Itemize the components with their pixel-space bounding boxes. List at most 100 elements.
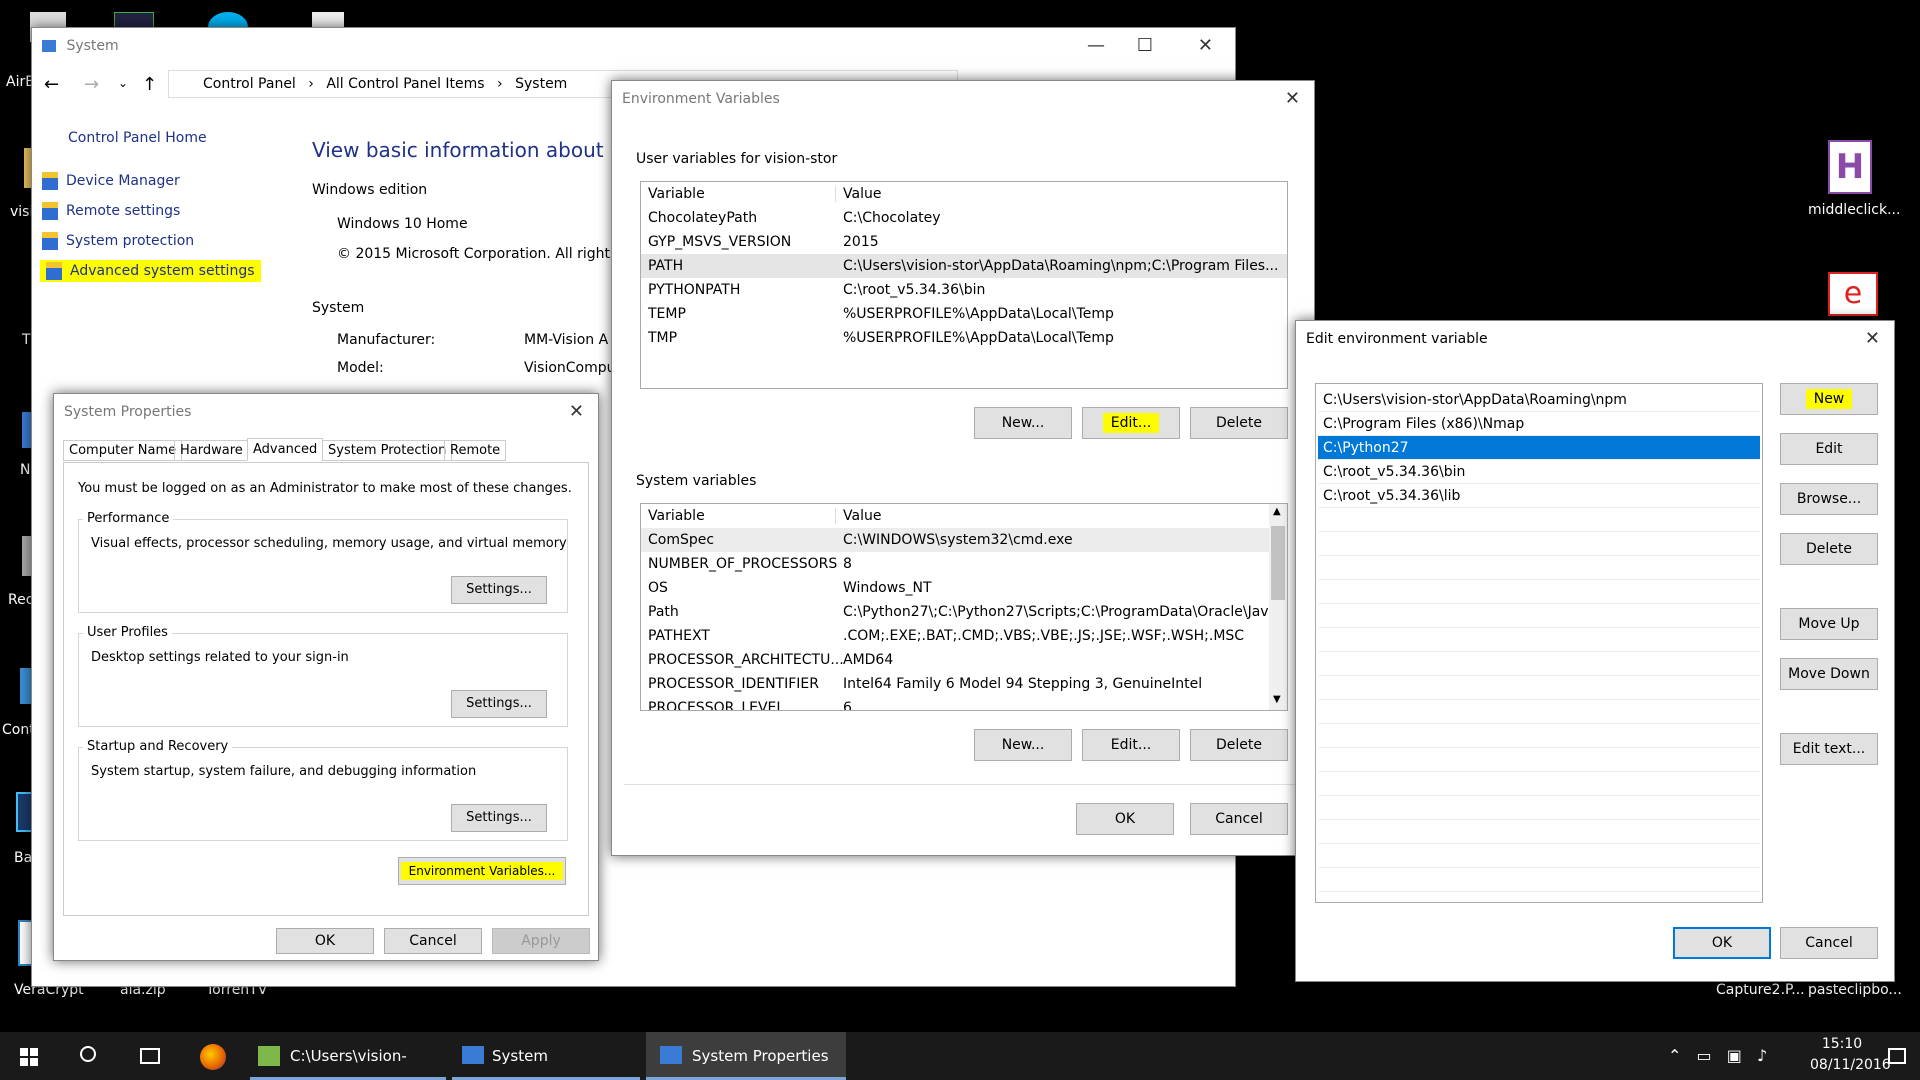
system-new-button[interactable]: New... [974,729,1072,761]
table-row[interactable]: TMP %USERPROFILE%\AppData\Local\Temp [641,326,1287,350]
table-row[interactable]: GYP_MSVS_VERSION 2015 [641,230,1287,254]
tab-system-protection[interactable]: System Protection [322,440,453,461]
desktop-icon[interactable]: e [1828,272,1878,316]
edit-text-button[interactable]: Edit text... [1780,733,1878,765]
table-row[interactable]: PROCESSOR_IDENTIFIER Intel64 Family 6 Mod… [641,672,1287,696]
minimize-icon[interactable]: — [1087,28,1105,64]
table-row[interactable]: PROCESSOR_ARCHITECTU... AMD64 [641,648,1287,672]
performance-settings-button[interactable]: Settings... [451,576,547,604]
user-profiles-settings-button[interactable]: Settings... [451,690,547,718]
tab-computer-name[interactable]: Computer Name [63,440,183,461]
table-row[interactable]: OS Windows_NT [641,576,1287,600]
breadcrumb-item[interactable]: All Control Panel Items [326,76,484,92]
taskbar-item-explorer[interactable]: C:\Users\vision-stor... [250,1032,446,1080]
cancel-button[interactable]: Cancel [384,928,482,954]
system-delete-button[interactable]: Delete [1190,729,1288,761]
scroll-thumb[interactable] [1271,526,1285,600]
editenv-titlebar[interactable]: Edit environment variable ✕ [1296,321,1894,357]
move-up-button[interactable]: Move Up [1780,608,1878,640]
user-new-button[interactable]: New... [974,407,1072,439]
move-down-button[interactable]: Move Down [1780,658,1878,690]
close-icon[interactable]: ✕ [1865,321,1880,357]
desktop-label[interactable]: visi [10,204,33,220]
desktop-label[interactable]: Capture2.P... [1716,982,1805,998]
cp-home-link[interactable]: Control Panel Home [68,130,207,146]
close-icon[interactable]: ✕ [1285,81,1300,117]
forward-icon[interactable]: → [84,74,99,95]
battery-icon[interactable]: ▭ [1697,1046,1712,1065]
table-row[interactable]: PATHEXT .COM;.EXE;.BAT;.CMD;.VBS;.VBE;.JS… [641,624,1287,648]
sidebar-item-device-manager[interactable]: Device Manager [42,172,180,190]
network-icon[interactable]: ▣ [1727,1046,1742,1065]
path-entry-list[interactable]: C:\Users\vision-stor\AppData\Roaming\npm… [1315,383,1763,903]
user-edit-button[interactable]: Edit... [1082,407,1180,439]
table-row[interactable]: NUMBER_OF_PROCESSORS 8 [641,552,1287,576]
close-icon[interactable]: ✕ [1198,28,1213,64]
breadcrumb-item[interactable]: Control Panel [203,76,296,92]
desktop-label[interactable]: T [22,332,31,348]
task-view-icon[interactable] [140,1048,160,1064]
edit-entry-button[interactable]: Edit [1780,433,1878,465]
table-row[interactable]: Path C:\Python27\;C:\Python27\Scripts;C:\… [641,600,1287,624]
ok-button[interactable]: OK [1673,927,1771,959]
scroll-down-icon[interactable]: ▼ [1273,694,1281,705]
maximize-icon[interactable]: ☐ [1137,28,1153,64]
up-icon[interactable]: ↑ [142,74,157,95]
browse-button[interactable]: Browse... [1780,483,1878,515]
taskbar-item-system-properties[interactable]: System Properties [646,1032,846,1080]
firefox-icon[interactable] [200,1044,226,1070]
apply-button[interactable]: Apply [492,928,590,954]
cancel-button[interactable]: Cancel [1780,927,1878,959]
sysprops-titlebar[interactable]: System Properties ✕ [54,394,598,430]
column-header-value[interactable]: Value [843,504,881,528]
table-row[interactable]: ChocolateyPath C:\Chocolatey [641,206,1287,230]
list-item[interactable]: C:\root_v5.34.36\bin [1318,460,1760,484]
scrollbar[interactable]: ▲ ▼ [1269,504,1287,710]
start-icon[interactable] [20,1048,38,1066]
volume-icon[interactable]: ♪ [1757,1046,1767,1065]
new-entry-button[interactable]: New [1780,383,1878,415]
system-edit-button[interactable]: Edit... [1082,729,1180,761]
action-center-icon[interactable] [1888,1048,1906,1064]
environment-variables-button[interactable]: Environment Variables... [398,857,566,885]
user-delete-button[interactable]: Delete [1190,407,1288,439]
user-vars-table[interactable]: Variable Value ChocolateyPath C:\Chocolat… [640,181,1288,389]
cancel-button[interactable]: Cancel [1190,803,1288,835]
breadcrumb-item[interactable]: System [515,76,567,92]
column-header-variable[interactable]: Variable [648,182,705,206]
desktop-label[interactable]: Cont [2,722,35,738]
table-row[interactable]: ComSpec C:\WINDOWS\system32\cmd.exe [641,528,1287,552]
column-header-value[interactable]: Value [843,182,881,206]
delete-entry-button[interactable]: Delete [1780,533,1878,565]
middleclick-icon[interactable]: H [1828,140,1872,194]
sidebar-item-remote-settings[interactable]: Remote settings [42,202,180,220]
table-row[interactable]: PROCESSOR_LEVEL 6 [641,696,1287,710]
list-item[interactable]: C:\root_v5.34.36\lib [1318,484,1760,508]
clock[interactable]: 15:10 08/11/2016 [1810,1034,1891,1076]
back-icon[interactable]: ← [44,74,59,95]
system-titlebar[interactable]: System — ☐ ✕ [32,28,1235,64]
list-item[interactable]: C:\Program Files (x86)\Nmap [1318,412,1760,436]
desktop-label[interactable]: middleclick... [1808,202,1900,218]
tab-advanced[interactable]: Advanced [247,438,324,461]
list-item[interactable]: C:\Python27 [1318,436,1760,460]
table-row[interactable]: PATH C:\Users\vision-stor\AppData\Roaming… [641,254,1287,278]
table-row[interactable]: PYTHONPATH C:\root_v5.34.36\bin [641,278,1287,302]
sidebar-item-advanced-system-settings[interactable]: Advanced system settings [40,260,261,282]
column-header-variable[interactable]: Variable [648,504,705,528]
ok-button[interactable]: OK [276,928,374,954]
sidebar-item-system-protection[interactable]: System protection [42,232,194,250]
envvars-titlebar[interactable]: Environment Variables ✕ [612,81,1314,117]
desktop-label[interactable]: pasteclipbo... [1808,982,1902,998]
system-vars-table[interactable]: Variable Value ComSpec C:\WINDOWS\system3… [640,503,1288,711]
chevron-up-icon[interactable]: ⌃ [1668,1046,1681,1065]
desktop-label[interactable]: N [20,462,30,478]
chevron-down-icon[interactable]: ⌄ [118,76,128,90]
ok-button[interactable]: OK [1076,803,1174,835]
table-row[interactable]: TEMP %USERPROFILE%\AppData\Local\Temp [641,302,1287,326]
desktop-label[interactable]: Rec [8,592,33,608]
search-icon[interactable] [80,1046,96,1062]
close-icon[interactable]: ✕ [569,394,584,430]
list-item[interactable]: C:\Users\vision-stor\AppData\Roaming\npm [1318,388,1760,412]
startup-settings-button[interactable]: Settings... [451,804,547,832]
